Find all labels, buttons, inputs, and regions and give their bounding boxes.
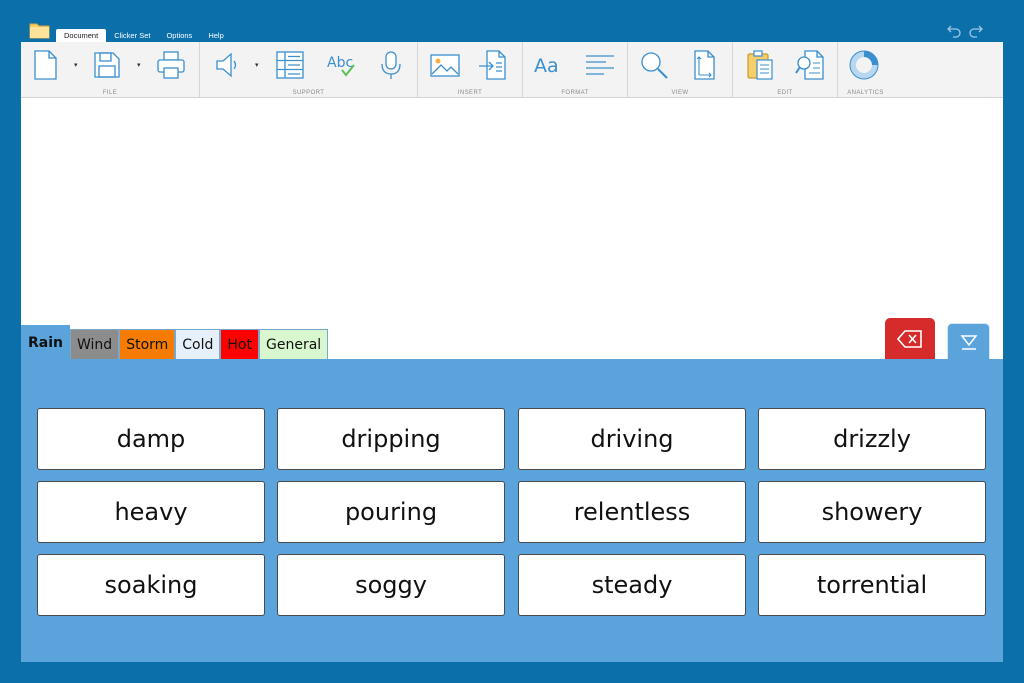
folder-icon[interactable] (29, 21, 50, 39)
donut-chart-icon (849, 50, 879, 80)
ribbon-group-edit: EDIT (733, 42, 838, 98)
speech-button[interactable] (210, 48, 244, 82)
save-dropdown[interactable]: ▾ (137, 62, 145, 69)
word-cell[interactable]: steady (518, 554, 746, 616)
numbered-list-icon (276, 51, 304, 79)
menu-tabs: Document Clicker Set Options Help (56, 29, 232, 42)
ribbon-group-label: INSERT (457, 90, 483, 96)
ribbon-group-format: Aa FORMAT (523, 42, 628, 98)
word-cell[interactable]: damp (37, 408, 265, 470)
ribbon-group-insert: INSERT (418, 42, 523, 98)
ribbon-group-label: SUPPORT (292, 90, 325, 96)
grid-tabs: Rain Wind Storm Cold Hot General (21, 325, 329, 359)
grid-tab-hot[interactable]: Hot (220, 329, 259, 359)
ribbon-group-support: ▾ Abc SUPPORT (200, 42, 418, 98)
ribbon-group-analytics: ANALYTICS (838, 42, 893, 98)
grid-tab-wind[interactable]: Wind (70, 329, 120, 359)
word-cell[interactable]: torrential (758, 554, 986, 616)
word-cell[interactable]: heavy (37, 481, 265, 543)
delete-word-button[interactable] (885, 318, 935, 359)
paste-button[interactable] (743, 48, 777, 82)
document-editor[interactable] (21, 98, 1003, 360)
menu-tab-help[interactable]: Help (200, 29, 231, 42)
print-button[interactable] (154, 48, 188, 82)
word-cell[interactable]: soaking (37, 554, 265, 616)
microphone-icon (381, 51, 401, 79)
save-icon (94, 52, 120, 78)
page-size-icon (694, 50, 715, 80)
word-cell[interactable]: soggy (277, 554, 505, 616)
insert-picture-button[interactable] (428, 48, 462, 82)
word-cell[interactable]: dripping (277, 408, 505, 470)
zoom-button[interactable] (637, 48, 671, 82)
ribbon-group-file: ▾ ▾ FILE (21, 42, 200, 98)
grid-tab-storm[interactable]: Storm (119, 329, 176, 359)
paragraph-button[interactable] (583, 48, 617, 82)
grid-tab-general[interactable]: General (259, 329, 329, 359)
ribbon-group-label: FILE (102, 90, 118, 96)
grid-tab-rain[interactable]: Rain (21, 325, 70, 359)
new-document-dropdown[interactable]: ▾ (74, 62, 82, 69)
menu-tab-document[interactable]: Document (56, 29, 107, 42)
undo-redo (946, 22, 984, 38)
insert-document-icon (479, 50, 506, 80)
spell-check-icon: Abc (327, 55, 355, 77)
word-cell[interactable]: showery (758, 481, 986, 543)
font-button[interactable]: Aa (532, 48, 566, 82)
redo-icon[interactable] (968, 22, 984, 38)
svg-text:Abc: Abc (327, 55, 353, 71)
hide-grid-button[interactable] (947, 323, 990, 359)
spell-check-button[interactable]: Abc (324, 48, 358, 82)
word-predictor-button[interactable] (273, 48, 307, 82)
ribbon-group-view: VIEW (628, 42, 733, 98)
find-button[interactable] (793, 48, 827, 82)
speaker-icon (216, 52, 237, 78)
page-view-button[interactable] (687, 48, 721, 82)
analytics-button[interactable] (847, 48, 881, 82)
ribbon-group-label: FORMAT (561, 90, 589, 96)
font-icon: Aa (534, 55, 559, 77)
new-document-button[interactable] (28, 48, 62, 82)
ribbon-group-label: EDIT (777, 90, 793, 96)
word-cell[interactable]: driving (518, 408, 746, 470)
word-cell[interactable]: relentless (518, 481, 746, 543)
undo-icon[interactable] (946, 22, 962, 38)
backspace-icon (897, 329, 922, 348)
ribbon-toolbar: ▾ ▾ FILE ▾ Abc SUPPORT INSERT Aa FORMAT … (21, 42, 1003, 98)
grid-tab-cold[interactable]: Cold (175, 329, 221, 359)
word-cell[interactable]: pouring (277, 481, 505, 543)
find-in-document-icon (795, 50, 824, 80)
voice-input-button[interactable] (374, 48, 408, 82)
clipboard-icon (747, 50, 773, 80)
new-document-icon (34, 50, 57, 80)
ribbon-group-label: VIEW (671, 90, 689, 96)
word-cell[interactable]: drizzly (758, 408, 986, 470)
save-button[interactable] (90, 48, 124, 82)
insert-document-button[interactable] (476, 48, 510, 82)
ribbon-group-label: ANALYTICS (847, 90, 884, 96)
svg-text:Aa: Aa (534, 55, 559, 77)
menu-tab-clicker-set[interactable]: Clicker Set (106, 29, 158, 42)
magnifier-icon (641, 52, 668, 79)
collapse-down-icon (959, 334, 978, 350)
align-left-icon (586, 55, 614, 75)
menu-tab-options[interactable]: Options (158, 29, 200, 42)
word-grid-panel: damp dripping driving drizzly heavy pour… (21, 359, 1003, 662)
picture-icon (430, 54, 460, 77)
speech-dropdown[interactable]: ▾ (255, 62, 263, 69)
printer-icon (157, 51, 185, 79)
